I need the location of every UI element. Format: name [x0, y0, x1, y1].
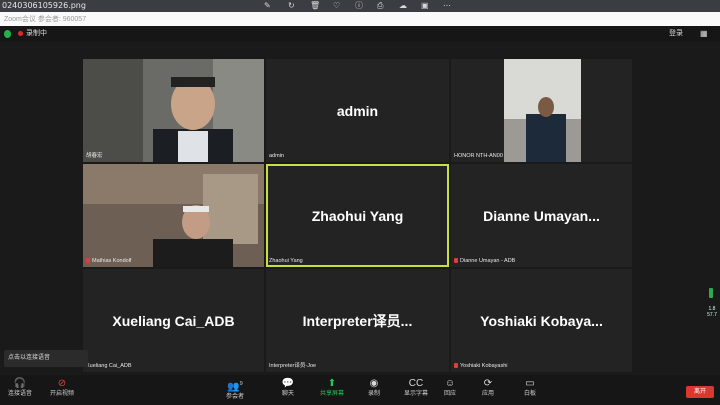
video-tile[interactable]: admin admin — [266, 59, 449, 162]
more-icon[interactable]: ⋯ — [443, 1, 451, 11]
rotate-icon[interactable]: ↻ — [288, 1, 295, 11]
favorite-icon[interactable]: ♡ — [333, 1, 340, 11]
meeting-toolbar: 🎧 连接语音 ⊘ 开启视频 👥9 参会者 💬 聊天 ⬆ 共享屏幕 ◉ 录制 CC… — [0, 375, 720, 405]
window-title: Zoom会议 参会者: 960057 — [4, 16, 87, 23]
participant-name: Mathias Kondolf — [86, 258, 131, 265]
meeting-header: 录制中 登录 ▦ — [0, 26, 720, 42]
network-signal-icon — [709, 288, 713, 298]
mic-muted-icon — [86, 258, 90, 264]
print-icon[interactable]: ⎙ — [377, 1, 383, 11]
participant-name: Yoshiaki Kobayashi — [454, 363, 508, 370]
participant-video — [504, 59, 581, 162]
participant-name: admin — [269, 153, 284, 159]
participant-display-name: admin — [336, 102, 379, 119]
video-tile[interactable]: Dianne Umayan... Dianne Umayan - ADB — [451, 164, 632, 267]
chat-icon: 💬 — [281, 378, 295, 389]
participant-name: Dianne Umayan - ADB — [454, 258, 515, 265]
image-viewer-toolbar: 0240306105926.png ✎ ↻ 🗑 ♡ ⓘ ⎙ ☁ ▣ ⋯ — [0, 0, 720, 12]
recording-indicator: 录制中 — [14, 29, 47, 39]
signin-link[interactable]: 登录 — [669, 29, 683, 39]
network-stats: 1.8 57.7 — [707, 306, 717, 318]
start-video-button[interactable]: ⊘ 开启视频 — [42, 378, 82, 399]
info-icon[interactable]: ⓘ — [355, 1, 363, 11]
grid-view-icon[interactable]: ▦ — [700, 28, 712, 39]
delete-icon[interactable]: 🗑 — [310, 1, 320, 11]
leave-button[interactable]: 离开 — [686, 386, 714, 398]
connect-audio-tooltip[interactable]: 点击以连接语音 — [4, 350, 88, 367]
apps-button[interactable]: ⟳ 应用 — [468, 378, 508, 399]
video-tile[interactable]: Mathias Kondolf — [83, 164, 264, 267]
headphones-icon: 🎧 — [13, 378, 27, 389]
participants-icon: 👥9 — [227, 381, 243, 393]
video-tile-active-speaker[interactable]: Zhaohui Yang Zhaohui Yang — [266, 164, 449, 267]
file-name: 0240306105926.png — [2, 1, 86, 10]
cloud-icon[interactable]: ☁ — [399, 1, 407, 11]
participant-video — [83, 164, 264, 267]
participant-display-name: Xueliang Cai_ADB — [112, 312, 235, 329]
mic-muted-icon — [454, 258, 458, 264]
video-tile[interactable]: Xueliang Cai_ADB Xueliang Cai_ADB — [83, 269, 264, 372]
participant-display-name: Dianne Umayan... — [483, 207, 600, 224]
whiteboard-icon: ▭ — [525, 378, 535, 389]
reactions-button[interactable]: ☺ 回应 — [430, 378, 470, 399]
security-shield-icon[interactable] — [4, 30, 11, 38]
participant-name: Interpreter译员-Joe — [269, 363, 317, 369]
chat-button[interactable]: 💬 聊天 — [268, 378, 308, 399]
video-tile[interactable]: Yoshiaki Kobaya... Yoshiaki Kobayashi — [451, 269, 632, 372]
mic-muted-icon — [454, 363, 458, 369]
participant-display-name: Zhaohui Yang — [311, 207, 404, 224]
participant-name: HONOR NTH-AN00 — [454, 153, 503, 159]
participant-name: 胡春宏 — [86, 153, 103, 159]
record-icon: ◉ — [369, 378, 379, 389]
zoom-title-bar: Zoom会议 参会者: 960057 — [0, 12, 720, 26]
participant-display-name: Yoshiaki Kobaya... — [480, 312, 603, 329]
video-off-icon: ⊘ — [57, 378, 67, 389]
record-button[interactable]: ◉ 录制 — [354, 378, 394, 399]
share-screen-icon: ⬆ — [327, 378, 337, 389]
record-dot-icon — [18, 30, 23, 36]
connect-audio-button[interactable]: 🎧 连接语音 — [0, 378, 40, 399]
app-icon[interactable]: ▣ — [421, 1, 429, 11]
participant-name: Zhaohui Yang — [269, 258, 303, 264]
participants-button[interactable]: 👥9 参会者 — [215, 378, 255, 402]
whiteboard-button[interactable]: ▭ 白板 — [510, 378, 550, 399]
participant-display-name: Interpreter译员... — [302, 312, 413, 329]
edit-icon[interactable]: ✎ — [264, 1, 271, 11]
video-tile[interactable]: HONOR NTH-AN00 — [451, 59, 632, 162]
video-tile[interactable]: Interpreter译员... Interpreter译员-Joe — [266, 269, 449, 372]
apps-icon: ⟳ — [483, 378, 493, 389]
reactions-icon: ☺ — [444, 378, 456, 389]
participant-video — [83, 59, 264, 162]
share-screen-button[interactable]: ⬆ 共享屏幕 — [312, 378, 352, 399]
video-tile[interactable]: 胡春宏 — [83, 59, 264, 162]
participant-name: Xueliang Cai_ADB — [86, 363, 132, 369]
